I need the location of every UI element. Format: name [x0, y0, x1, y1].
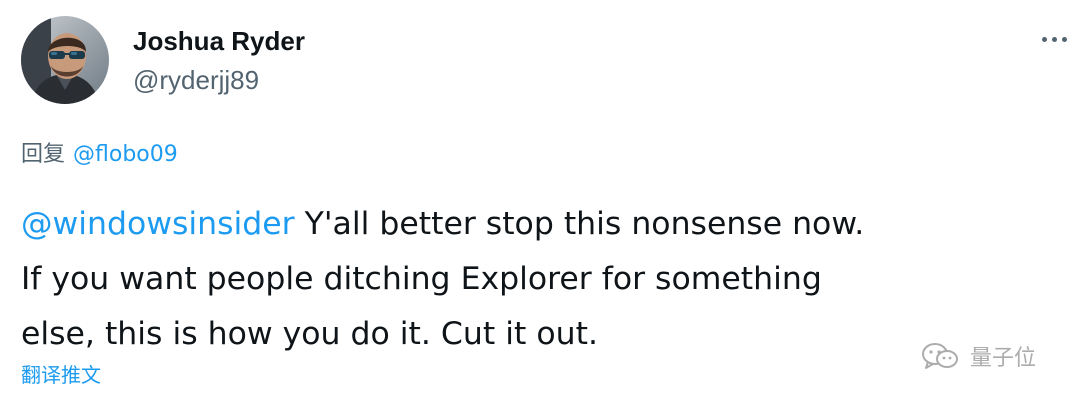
translate-tweet-link[interactable]: 翻译推文: [21, 360, 101, 390]
mention-link[interactable]: @windowsinsider: [21, 206, 295, 242]
avatar-photo: [21, 16, 109, 104]
more-options-button[interactable]: [1034, 24, 1074, 54]
reply-mention-link[interactable]: @flobo09: [73, 142, 178, 167]
more-horizontal-icon-dot: [1051, 36, 1057, 42]
author-handle[interactable]: @ryderjj89: [133, 64, 259, 96]
reply-context: 回复 @flobo09: [21, 140, 178, 170]
wechat-icon: [922, 343, 958, 369]
tweet-body: @windowsinsider Y'all better stop this n…: [21, 197, 1061, 362]
author-avatar[interactable]: [21, 16, 109, 104]
author-display-name[interactable]: Joshua Ryder: [133, 24, 305, 58]
more-horizontal-icon: [1041, 36, 1047, 42]
reply-prefix: 回复: [21, 142, 66, 167]
more-horizontal-icon-dot: [1061, 36, 1067, 42]
tweet-line-1: @windowsinsider Y'all better stop this n…: [21, 197, 1061, 252]
tweet-line-3: else, this is how you do it. Cut it out.: [21, 316, 598, 352]
watermark: 量子位: [920, 340, 1036, 372]
tweet-text-segment: Y'all better stop this nonsense now.: [294, 206, 865, 242]
tweet-line-2: If you want people ditching Explorer for…: [21, 261, 822, 297]
watermark-text: 量子位: [970, 346, 1037, 371]
